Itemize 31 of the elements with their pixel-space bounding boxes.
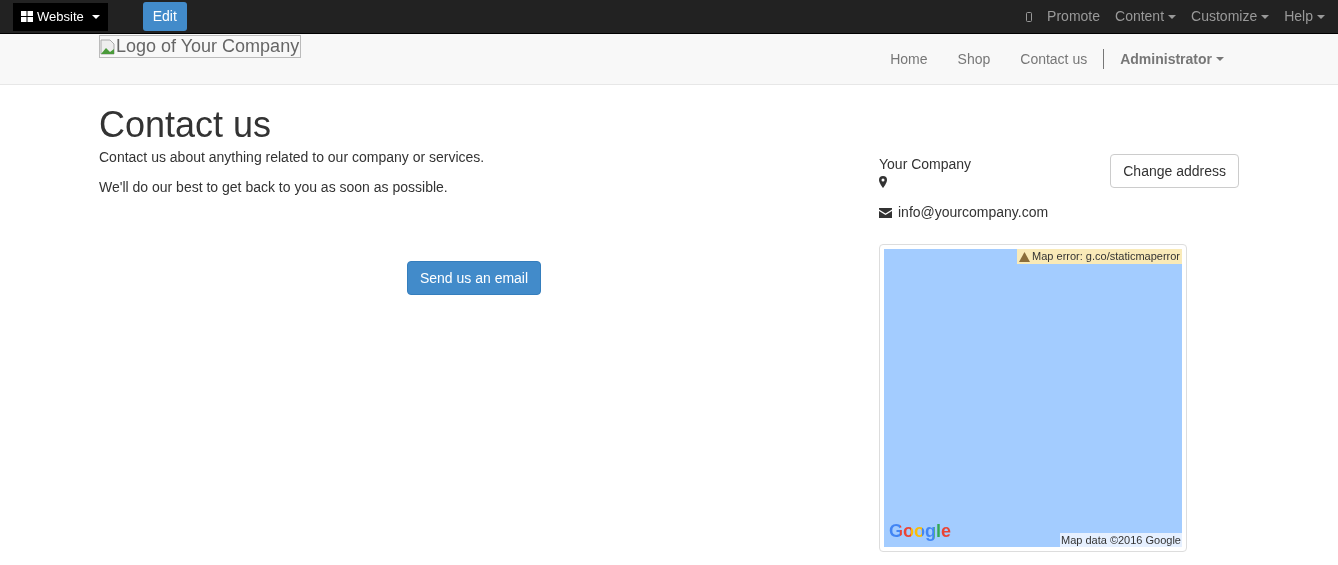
broken-logo-image: Logo of Your Company: [99, 35, 302, 58]
caret-icon: [1168, 14, 1177, 19]
website-menu[interactable]: Website: [13, 2, 108, 31]
edit-button[interactable]: Edit: [142, 2, 187, 31]
admin-menu-link[interactable]: Help: [1284, 6, 1325, 27]
caret-icon: [1261, 14, 1270, 19]
broken-image-icon: [100, 38, 116, 55]
envelope-icon: [879, 207, 892, 218]
caret-icon: [1216, 57, 1224, 61]
paragraph: Contact us about anything related to our company or services.: [99, 148, 486, 167]
map-marker-icon: [879, 176, 887, 188]
send-email-button[interactable]: Send us an email: [406, 261, 542, 295]
mobile-icon[interactable]: [1026, 11, 1033, 22]
paragraph: We'll do our best to get back to you as soon as possible.: [99, 178, 449, 197]
user-menu[interactable]: Administrator: [1105, 48, 1239, 70]
nav-link[interactable]: Contact us: [1005, 48, 1103, 70]
admin-menu-link[interactable]: Content: [1115, 6, 1177, 27]
map-error-banner: Map error: g.co/staticmaperror: [1017, 249, 1182, 264]
page-title: Contact us: [99, 103, 273, 147]
company-email: info@yourcompany.com: [898, 203, 1049, 222]
admin-menu-link[interactable]: Customize: [1191, 6, 1270, 27]
caret-icon: [91, 14, 100, 19]
grid-icon: [21, 11, 33, 22]
warning-icon: [1019, 251, 1031, 262]
caret-icon: [1317, 14, 1325, 19]
admin-menu-link[interactable]: Promote: [1047, 6, 1100, 27]
map-attribution: Map data ©2016 Google: [1059, 533, 1182, 547]
nav-link[interactable]: Home: [875, 48, 943, 70]
nav-link[interactable]: Shop: [942, 48, 1006, 70]
company-name: Your Company: [879, 155, 972, 174]
change-address-button[interactable]: Change address: [1110, 154, 1239, 188]
